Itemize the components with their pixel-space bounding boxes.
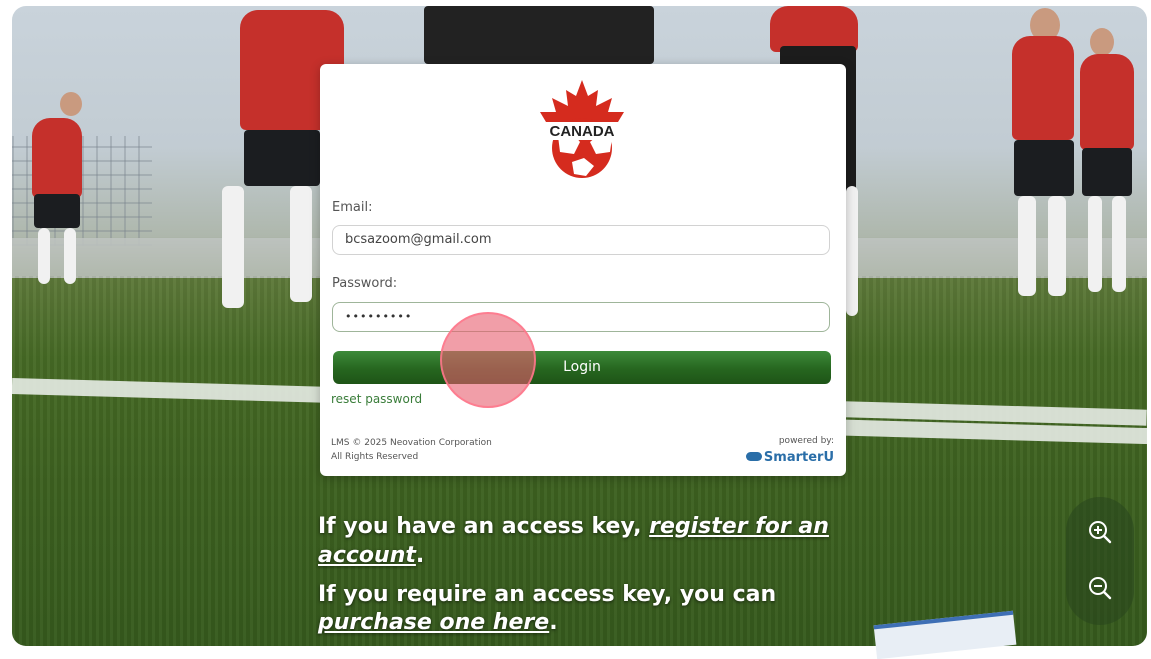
purchase-link[interactable]: purchase one here — [318, 610, 549, 635]
access-text: If you require an access key, you can — [318, 582, 777, 607]
access-key-line-1: If you have an access key, register for … — [318, 512, 829, 542]
copyright: LMS © 2025 Neovation Corporation All Rig… — [331, 436, 492, 464]
access-key-line-1b: account. — [318, 541, 424, 571]
copyright-line: LMS © 2025 Neovation Corporation — [331, 438, 492, 448]
reset-password-link[interactable]: reset password — [331, 392, 422, 406]
zoom-controls — [1066, 497, 1134, 625]
register-link-text: register for an — [649, 514, 829, 539]
logo-text: CANADA — [550, 123, 615, 140]
email-field[interactable]: bcsazoom@gmail.com — [332, 225, 830, 255]
register-link[interactable]: register for an — [649, 514, 829, 539]
zoom-in-icon — [1089, 521, 1112, 544]
zoom-out-icon — [1089, 577, 1112, 600]
login-button[interactable]: Login — [333, 351, 831, 384]
login-card: CANADA Email: bcsazoom@gmail.com Passwor… — [320, 64, 846, 476]
click-indicator — [440, 312, 536, 408]
password-label: Password: — [332, 276, 398, 291]
access-text: If you have an access key, — [318, 514, 650, 539]
register-link-continued[interactable]: account — [318, 543, 416, 568]
email-label: Email: — [332, 200, 373, 215]
brand-name: SmarterU — [763, 450, 834, 465]
zoom-out-button[interactable] — [1083, 571, 1117, 605]
access-key-line-2: If you require an access key, you can — [318, 580, 776, 610]
access-key-line-2b: purchase one here. — [318, 608, 558, 638]
access-punct: . — [415, 543, 425, 568]
password-field[interactable]: ••••••••• — [332, 302, 830, 332]
zoom-in-button[interactable] — [1083, 515, 1117, 549]
cloud-icon — [745, 452, 762, 461]
copyright-line: All Rights Reserved — [331, 452, 419, 462]
powered-by-label: powered by: — [778, 436, 834, 446]
access-punct: . — [549, 610, 558, 635]
canada-soccer-logo: CANADA — [536, 80, 628, 178]
smarteru-brand[interactable]: SmarterU — [745, 450, 834, 465]
